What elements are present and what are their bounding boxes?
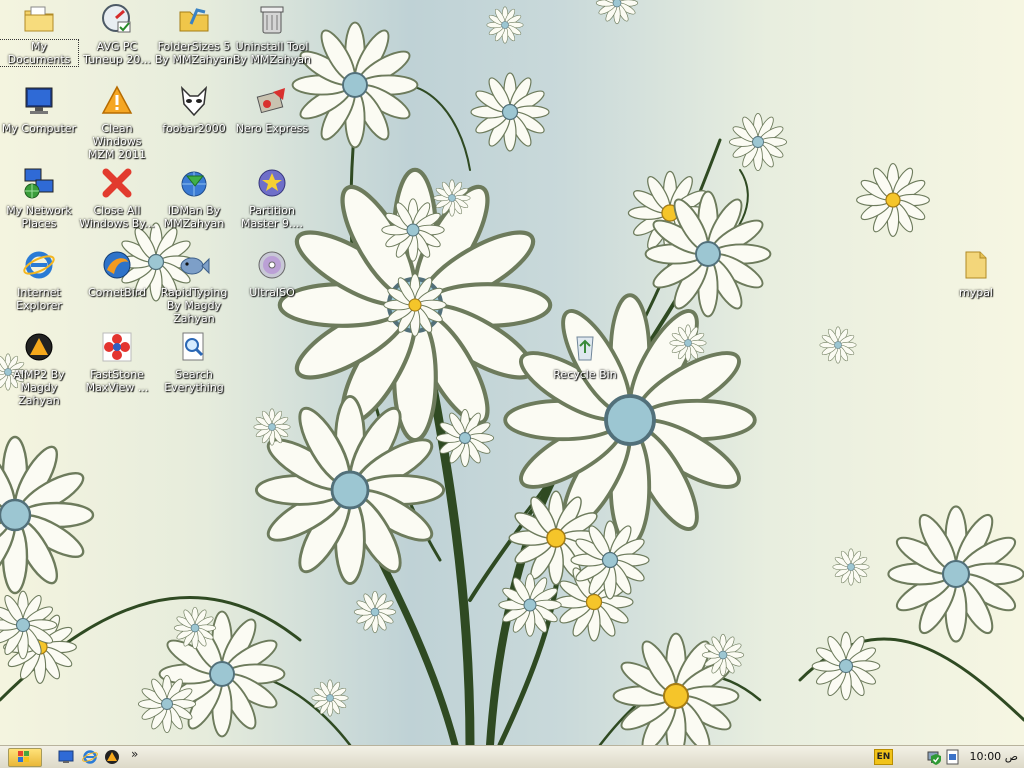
icon-label: RapidTyping By Magdy Zahyan <box>160 286 228 325</box>
icon-label: mypal <box>958 286 993 299</box>
quick-launch-chevron[interactable]: » <box>131 747 138 761</box>
network-icon <box>24 168 54 199</box>
desktop-icon-ultraiso[interactable]: UltraISO <box>233 248 311 324</box>
avg-tuneup-icon <box>102 4 131 33</box>
fox-mask-icon <box>180 85 208 117</box>
security-shield-icon[interactable] <box>931 754 941 765</box>
desktop-icon-my-documents[interactable]: My Documents <box>0 2 79 78</box>
folder-documents-icon <box>24 6 54 32</box>
time-display: 10:00 <box>969 750 1002 763</box>
show-desktop-icon[interactable] <box>58 749 74 765</box>
cometbird-icon <box>103 251 131 279</box>
icon-label: Search Everything <box>164 368 224 394</box>
icon-label: Uninstall Tool By MMZahyan <box>233 40 312 66</box>
desktop-icon-mypal[interactable]: mypal <box>937 248 1015 324</box>
desktop-icon-faststone[interactable]: FastStone MaxView ... <box>78 330 156 406</box>
desktop-icon-partition-master[interactable]: Partition Master 9.... <box>233 166 311 242</box>
icon-label: Recycle Bin <box>553 368 617 381</box>
ie-icon[interactable] <box>82 749 98 765</box>
icon-label: Clean Windows MZM 2011 <box>87 122 146 161</box>
icon-label: FastStone MaxView ... <box>85 368 149 394</box>
desktop-icon-close-all-windows[interactable]: Close All Windows By... <box>78 166 156 242</box>
search-document-icon <box>182 332 204 361</box>
partition-disc-icon <box>258 169 286 197</box>
desktop-icon-foldersizes[interactable]: FolderSizes 5 By MMZahyan <box>155 2 233 78</box>
red-x-icon <box>102 168 132 198</box>
nero-icon <box>256 88 285 114</box>
monitor-icon <box>25 87 53 114</box>
warning-triangle-icon <box>101 85 133 114</box>
windows-logo-icon <box>18 751 29 762</box>
desktop-icon-my-computer[interactable]: My Computer <box>0 84 78 160</box>
language-indicator[interactable]: EN <box>874 749 893 765</box>
fish-icon <box>180 257 210 275</box>
recycle-bin-icon <box>576 336 594 361</box>
desktop-icon-clean-windows[interactable]: Clean Windows MZM 2011 <box>78 84 156 161</box>
desktop-icon-cometbird[interactable]: CometBird <box>78 248 156 324</box>
desktop-icon-idman[interactable]: IDMan By MMZahyan <box>155 166 233 242</box>
aimp-icon[interactable] <box>104 749 120 765</box>
aimp-icon <box>25 333 53 361</box>
folder-chart-icon <box>179 8 209 32</box>
desktop[interactable]: My Documents AVG PC Tuneup 20... FolderS… <box>0 0 1024 745</box>
ampm-indicator: ص <box>1004 750 1018 763</box>
icon-label: My Computer <box>1 122 77 135</box>
icon-label: My Documents <box>0 39 79 67</box>
icon-label: Close All Windows By... <box>79 204 155 230</box>
desktop-icon-foobar2000[interactable]: foobar2000 <box>155 84 233 160</box>
download-globe-icon <box>181 171 207 197</box>
desktop-icon-avg-pc-tuneup[interactable]: AVG PC Tuneup 20... <box>78 2 156 78</box>
icon-label: foobar2000 <box>162 122 226 135</box>
ie-icon <box>23 251 55 279</box>
desktop-icon-aimp2[interactable]: AIMP2 By Magdy Zahyan <box>0 330 78 407</box>
cd-disc-icon <box>258 251 286 279</box>
desktop-icon-uninstall-tool[interactable]: Uninstall Tool By MMZahyan <box>233 2 311 78</box>
icon-label: IDMan By MMZahyan <box>163 204 225 230</box>
icon-label: Internet Explorer <box>16 286 62 312</box>
desktop-icon-my-network-places[interactable]: My Network Places <box>0 166 78 242</box>
desktop-icon-nero-express[interactable]: Nero Express <box>233 84 311 160</box>
desktop-icon-recycle-bin[interactable]: Recycle Bin <box>546 330 624 406</box>
icon-label: Nero Express <box>235 122 309 135</box>
system-tray: EN ص 10:00 <box>868 747 1024 767</box>
desktop-icon-internet-explorer[interactable]: Internet Explorer <box>0 248 78 324</box>
desktop-icon-rapidtyping[interactable]: RapidTyping By Magdy Zahyan <box>155 248 233 325</box>
document-icon[interactable] <box>946 749 959 765</box>
icon-label: FolderSizes 5 By MMZahyan <box>155 40 234 66</box>
faststone-flower-icon <box>102 332 132 362</box>
clock[interactable]: ص 10:00 <box>965 750 1018 763</box>
icon-label: My Network Places <box>6 204 72 230</box>
desktop-icon-search-everything[interactable]: Search Everything <box>155 330 233 406</box>
icon-label: UltraISO <box>249 286 295 299</box>
icon-label: AIMP2 By Magdy Zahyan <box>13 368 65 407</box>
icon-label: CometBird <box>87 286 147 299</box>
folder-icon <box>965 251 987 279</box>
icon-label: Partition Master 9.... <box>240 204 304 230</box>
start-button[interactable] <box>8 748 42 767</box>
taskbar: » EN ص 10:00 <box>0 745 1024 768</box>
trash-bin-icon <box>260 6 284 34</box>
icon-label: AVG PC Tuneup 20... <box>83 40 151 66</box>
